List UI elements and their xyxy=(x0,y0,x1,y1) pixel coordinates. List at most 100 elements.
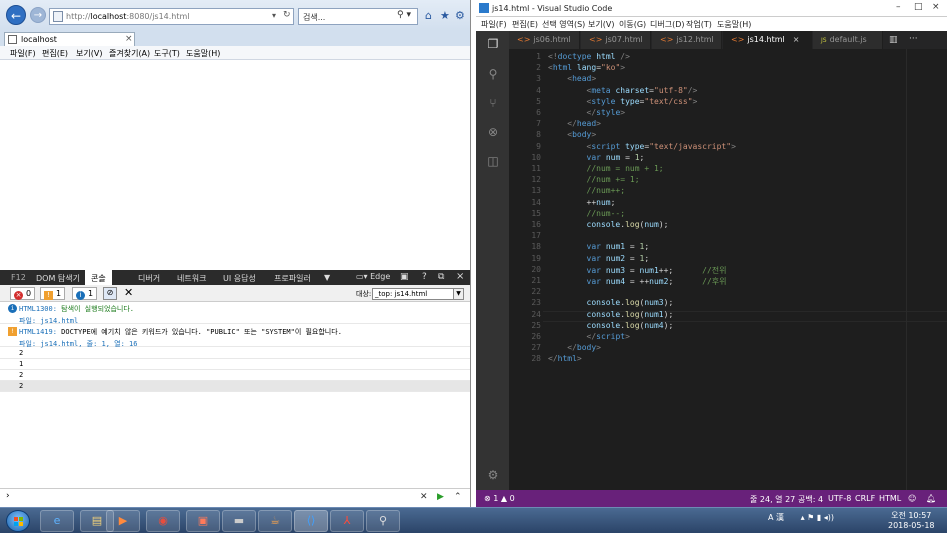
notifications-bell-icon[interactable]: 🔔︎ xyxy=(926,494,936,503)
vscode-menu-item[interactable]: 편집(E) xyxy=(512,19,538,30)
emulation-icon[interactable]: ▭▾ Edge xyxy=(356,272,390,281)
split-editor-icon[interactable]: ▥ xyxy=(889,35,898,45)
taskbar-java-icon[interactable]: ☕ xyxy=(258,510,292,532)
ie-menu-item[interactable]: 파일(F) xyxy=(10,48,36,59)
editor-tab[interactable]: <> js07.html xyxy=(581,31,651,49)
close-window-icon[interactable]: × xyxy=(932,2,940,12)
problems-indicator[interactable]: ⊗ 1 ▲ 0 xyxy=(484,494,515,503)
editor-tab[interactable]: <> js12.html xyxy=(652,31,722,49)
f12-tab[interactable]: 디버거 xyxy=(138,273,160,284)
code-line[interactable]: //num += 1; xyxy=(548,175,640,184)
ie-menu-item[interactable]: 편집(E) xyxy=(42,48,68,59)
undock-icon[interactable]: ⧉ xyxy=(438,272,444,282)
code-line[interactable]: //num++; xyxy=(548,186,626,195)
search-icon[interactable]: ⚲ ▾ xyxy=(397,10,411,20)
code-line[interactable]: <!doctype html /> xyxy=(548,52,630,61)
vscode-menu-item[interactable]: 도움말(H) xyxy=(717,19,751,30)
code-line[interactable]: </html> xyxy=(548,354,582,363)
close-devtools-icon[interactable]: × xyxy=(456,271,464,282)
taskbar-ie-icon[interactable]: e xyxy=(40,510,74,532)
code-line[interactable]: var num3 = num1++; //전위 xyxy=(548,265,727,276)
f12-tab[interactable]: DOM 탐색기 xyxy=(36,273,80,284)
code-editor[interactable]: 1 <!doctype html /> 2 <html lang="ko"> 3 <he… xyxy=(509,49,947,490)
message-code[interactable]: HTML1419: xyxy=(19,328,57,336)
favorites-star-icon[interactable]: ★ xyxy=(440,9,450,22)
cursor-position[interactable]: 줄 24, 열 27 xyxy=(750,494,795,505)
back-arrow-icon[interactable]: ← xyxy=(6,5,26,25)
taskbar-media-player-icon[interactable]: ▶ xyxy=(106,510,140,532)
vscode-menu-item[interactable]: 보기(V) xyxy=(588,19,614,30)
code-line[interactable]: <body> xyxy=(548,130,596,139)
vscode-menu-item[interactable]: 디버그(D) xyxy=(650,19,684,30)
console-input[interactable]: › ✕ ▶ ⌃ xyxy=(0,488,470,507)
dropdown-arrow-icon[interactable]: ▾ xyxy=(272,11,276,20)
target-select[interactable]: _top: js14.html ▼ xyxy=(372,288,464,300)
vscode-menu-item[interactable]: 이동(G) xyxy=(619,19,646,30)
ie-menu-item[interactable]: 보기(V) xyxy=(76,48,102,59)
address-bar[interactable]: http://localhost:8080/js14.html ▾ ↻ xyxy=(49,8,294,25)
debug-icon[interactable]: ⊗ xyxy=(485,125,501,139)
code-line[interactable]: <html lang="ko"> xyxy=(548,63,625,72)
close-tab-icon[interactable]: × xyxy=(793,35,800,44)
warning-filter-badge[interactable]: ! 1 xyxy=(40,287,66,300)
taskbar-cmd-icon[interactable]: ▬ xyxy=(222,510,256,532)
start-button[interactable] xyxy=(6,510,30,532)
line-ending[interactable]: CRLF xyxy=(855,494,875,503)
search-box[interactable]: 검색... ⚲ ▾ xyxy=(298,8,418,25)
message-code[interactable]: HTML1300: xyxy=(19,305,57,313)
help-icon[interactable]: ? xyxy=(422,272,427,282)
code-line[interactable]: //num--; xyxy=(548,209,626,218)
clear-input-icon[interactable]: ✕ xyxy=(420,492,428,502)
ie-tab-localhost[interactable]: localhost × xyxy=(4,32,135,46)
taskbar-app-icon[interactable]: ▣ xyxy=(186,510,220,532)
code-line[interactable]: var num4 = ++num2; //후위 xyxy=(548,276,727,287)
editor-tab[interactable]: JS default.js xyxy=(813,31,883,49)
more-tabs-icon[interactable]: ▼ xyxy=(324,273,330,282)
clear-console-icon[interactable]: ✕ xyxy=(124,286,133,299)
extensions-icon[interactable]: ◫ xyxy=(485,154,501,168)
vscode-menu-item[interactable]: 선택 영역(S) xyxy=(542,19,585,30)
vscode-menu-item[interactable]: 파일(F) xyxy=(481,19,507,30)
expand-icon[interactable]: ⌃ xyxy=(454,492,462,502)
code-line[interactable]: <style type="text/css"> xyxy=(548,97,698,106)
code-line[interactable]: console.log(num4); xyxy=(548,321,674,330)
code-line[interactable]: <script type="text/javascript"> xyxy=(548,142,736,151)
message-filter-badge[interactable]: i1 xyxy=(72,287,98,300)
more-actions-icon[interactable]: ··· xyxy=(909,34,918,44)
address-url[interactable]: http://localhost:8080/js14.html xyxy=(66,12,190,21)
taskbar-tool-icon[interactable]: ⚲ xyxy=(366,510,400,532)
code-line[interactable]: //num = num + 1; xyxy=(548,164,664,173)
clear-on-navigate-icon[interactable]: ⊘ xyxy=(103,287,117,300)
search-icon[interactable]: ⚲ xyxy=(485,67,501,81)
ie-menu-item[interactable]: 도움말(H) xyxy=(186,48,220,59)
taskbar-vscode-icon[interactable]: ⟨⟩ xyxy=(294,510,328,532)
close-tab-icon[interactable]: × xyxy=(125,34,133,44)
code-line[interactable]: console.log(num1); xyxy=(548,310,674,319)
run-icon[interactable]: ▶ xyxy=(437,492,444,502)
taskbar-chrome-icon[interactable]: ◉ xyxy=(146,510,180,532)
refresh-icon[interactable]: ↻ xyxy=(283,10,291,20)
vscode-menu-item[interactable]: 작업(T) xyxy=(686,19,712,30)
language-mode[interactable]: HTML xyxy=(879,494,901,503)
error-filter-badge[interactable]: × 0 xyxy=(10,287,36,300)
f12-tab[interactable]: 콘솔 xyxy=(85,270,112,285)
forward-arrow-icon[interactable]: → xyxy=(30,7,46,23)
minimize-icon[interactable]: – xyxy=(896,2,901,12)
gear-icon[interactable]: ⚙ xyxy=(485,468,501,482)
gear-icon[interactable]: ⚙ xyxy=(455,9,465,22)
ie-menu-item[interactable]: 도구(T) xyxy=(154,48,180,59)
editor-tab[interactable]: <> js06.html xyxy=(509,31,580,49)
home-icon[interactable]: ⌂ xyxy=(425,9,432,22)
code-line[interactable]: </script> xyxy=(548,332,630,341)
ie-menu-item[interactable]: 즐겨찾기(A) xyxy=(109,48,150,59)
code-line[interactable]: <meta charset="utf-8"/> xyxy=(548,86,698,95)
code-line[interactable]: </head> xyxy=(548,119,601,128)
console-toggle-icon[interactable]: ▣ xyxy=(400,272,409,282)
code-line[interactable]: <head> xyxy=(548,74,596,83)
taskbar-acrobat-icon[interactable]: ⅄ xyxy=(330,510,364,532)
code-line[interactable]: console.log(num); xyxy=(548,220,669,229)
explorer-icon[interactable]: ❐ xyxy=(485,37,501,51)
ime-indicator[interactable]: A 漢 xyxy=(768,513,784,522)
editor-tab[interactable]: <> js14.html × xyxy=(723,31,812,49)
system-clock[interactable]: 오전 10:57 2018-05-18 xyxy=(888,511,935,531)
